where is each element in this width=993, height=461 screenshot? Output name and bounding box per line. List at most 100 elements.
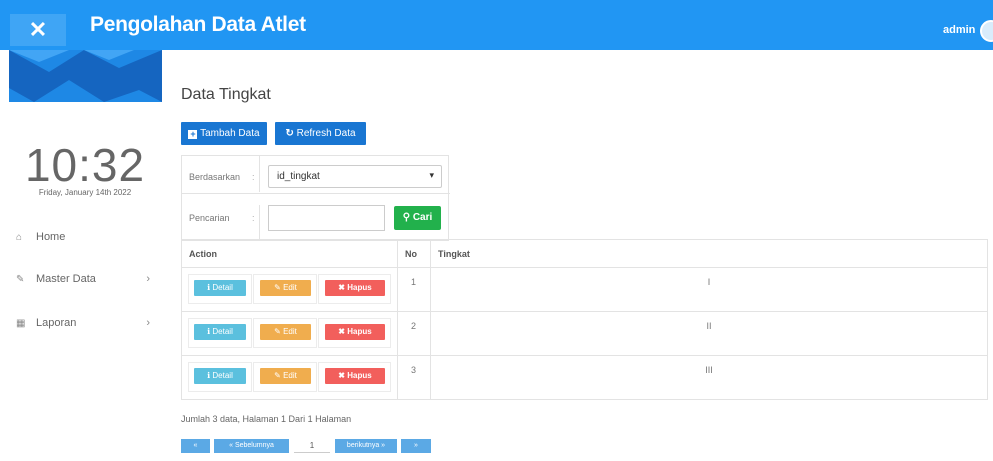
refresh-data-label: Refresh Data (296, 128, 356, 139)
add-data-button[interactable]: + Tambah Data (181, 122, 267, 145)
info-icon: ℹ (207, 327, 211, 336)
pagination-next[interactable]: berikutnya » (335, 439, 397, 453)
detail-label: Detail (212, 371, 233, 380)
delete-label: Hapus (347, 327, 372, 336)
search-button[interactable]: ⚲ Cari (394, 206, 441, 230)
edit-button[interactable]: ✎ Edit (260, 280, 311, 296)
close-icon: ✖ (338, 283, 345, 292)
sidebar-item-label: Home (36, 231, 66, 243)
detail-button[interactable]: ℹ Detail (194, 280, 246, 296)
pagination-first[interactable]: « (181, 439, 210, 453)
action-cell: ℹ Detail ✎ Edit ✖ Hapus (181, 311, 398, 356)
action-cell-edit: ✎ Edit (253, 274, 317, 304)
sidebar: 10:32 Friday, January 14th 2022 ⌂ Home ✎ M… (0, 50, 162, 461)
action-cell-edit: ✎ Edit (253, 362, 317, 392)
add-data-label: Tambah Data (200, 128, 260, 139)
cell-no: 2 (397, 311, 431, 356)
delete-label: Hapus (347, 371, 372, 380)
edit-label: Edit (283, 283, 297, 292)
user-name[interactable]: admin (943, 24, 975, 36)
info-icon: ℹ (207, 371, 211, 380)
cell-tingkat: III (430, 355, 988, 400)
edit-label: Edit (283, 371, 297, 380)
action-cell-delete: ✖ Hapus (318, 362, 391, 392)
edit-button[interactable]: ✎ Edit (260, 368, 311, 384)
clock-date: Friday, January 14th 2022 (38, 188, 132, 197)
chevron-right-icon: › (146, 317, 150, 329)
search-icon: ⚲ (402, 212, 411, 223)
plus-icon: + (188, 129, 198, 139)
delete-button[interactable]: ✖ Hapus (325, 368, 385, 384)
delete-label: Hapus (347, 283, 372, 292)
cell-tingkat: I (430, 267, 988, 312)
refresh-icon: ↻ (285, 128, 294, 139)
close-icon[interactable]: ✕ (10, 14, 66, 46)
table-row: ℹ Detail ✎ Edit ✖ Hapus 2 II (181, 311, 988, 356)
column-header-no: No (397, 239, 431, 268)
pagination-summary: Jumlah 3 data, Halaman 1 Dari 1 Halaman (181, 414, 352, 424)
cell-tingkat: II (430, 311, 988, 356)
refresh-data-button[interactable]: ↻ Refresh Data (275, 122, 366, 145)
edit-icon: ✎ (274, 371, 281, 380)
delete-button[interactable]: ✖ Hapus (325, 280, 385, 296)
sidebar-item-master-data[interactable]: ✎ Master Data › (16, 273, 156, 293)
chevron-right-icon: › (146, 273, 150, 285)
detail-button[interactable]: ℹ Detail (194, 324, 246, 340)
sort-select[interactable]: id_tingkat ▾ (268, 165, 442, 188)
sort-label: Berdasarkan (189, 172, 241, 182)
table-header-row: Action No Tingkat (181, 239, 988, 268)
detail-label: Detail (212, 327, 233, 336)
column-header-tingkat: Tingkat (430, 239, 988, 268)
detail-label: Detail (212, 283, 233, 292)
app-title: Pengolahan Data Atlet (90, 13, 306, 36)
action-cell-detail: ℹ Detail (188, 362, 252, 392)
search-input[interactable] (268, 205, 385, 231)
close-icon: ✖ (338, 371, 345, 380)
sidebar-item-home[interactable]: ⌂ Home (16, 231, 156, 251)
divider (259, 156, 260, 192)
divider (182, 193, 450, 194)
action-cell-delete: ✖ Hapus (318, 274, 391, 304)
chevron-down-icon: ▾ (429, 170, 434, 180)
search-label: Pencarian (189, 213, 230, 223)
top-navbar: ✕ Pengolahan Data Atlet admin (0, 0, 993, 50)
delete-button[interactable]: ✖ Hapus (325, 324, 385, 340)
edit-label: Edit (283, 327, 297, 336)
sidebar-item-label: Laporan (36, 317, 77, 329)
detail-button[interactable]: ℹ Detail (194, 368, 246, 384)
sort-select-value: id_tingkat (277, 171, 320, 182)
pagination-current[interactable]: 1 (294, 439, 330, 453)
search-button-label: Cari (412, 212, 433, 223)
pagination-last[interactable]: » (401, 439, 431, 453)
clock: 10:32 (24, 139, 146, 191)
sort-colon: : (252, 172, 255, 182)
action-cell: ℹ Detail ✎ Edit ✖ Hapus (181, 355, 398, 400)
edit-icon: ✎ (16, 274, 25, 285)
action-cell-edit: ✎ Edit (253, 318, 317, 348)
home-icon: ⌂ (16, 232, 23, 243)
close-icon: ✖ (338, 327, 345, 336)
calendar-icon: ▦ (16, 318, 26, 329)
search-colon: : (252, 213, 255, 223)
divider (259, 205, 260, 241)
data-table: Action No Tingkat ℹ Detail ✎ Edit ✖ Hapu… (181, 239, 988, 400)
sidebar-item-label: Master Data (36, 273, 96, 285)
sidebar-item-laporan[interactable]: ▦ Laporan › (16, 317, 156, 337)
edit-icon: ✎ (274, 283, 281, 292)
edit-icon: ✎ (274, 327, 281, 336)
pagination-prev[interactable]: « Sebelumnya (214, 439, 289, 453)
action-cell-detail: ℹ Detail (188, 274, 252, 304)
info-icon: ℹ (207, 283, 211, 292)
main-content: Data Tingkat + Tambah Data ↻ Refresh Dat… (170, 50, 993, 461)
table-row: ℹ Detail ✎ Edit ✖ Hapus 3 III (181, 355, 988, 400)
action-cell-detail: ℹ Detail (188, 318, 252, 348)
avatar[interactable] (980, 20, 993, 42)
edit-button[interactable]: ✎ Edit (260, 324, 311, 340)
sidebar-banner (9, 50, 162, 102)
action-cell: ℹ Detail ✎ Edit ✖ Hapus (181, 267, 398, 312)
action-cell-delete: ✖ Hapus (318, 318, 391, 348)
page-title: Data Tingkat (181, 86, 271, 103)
cell-no: 3 (397, 355, 431, 400)
column-header-action: Action (181, 239, 398, 268)
cell-no: 1 (397, 267, 431, 312)
